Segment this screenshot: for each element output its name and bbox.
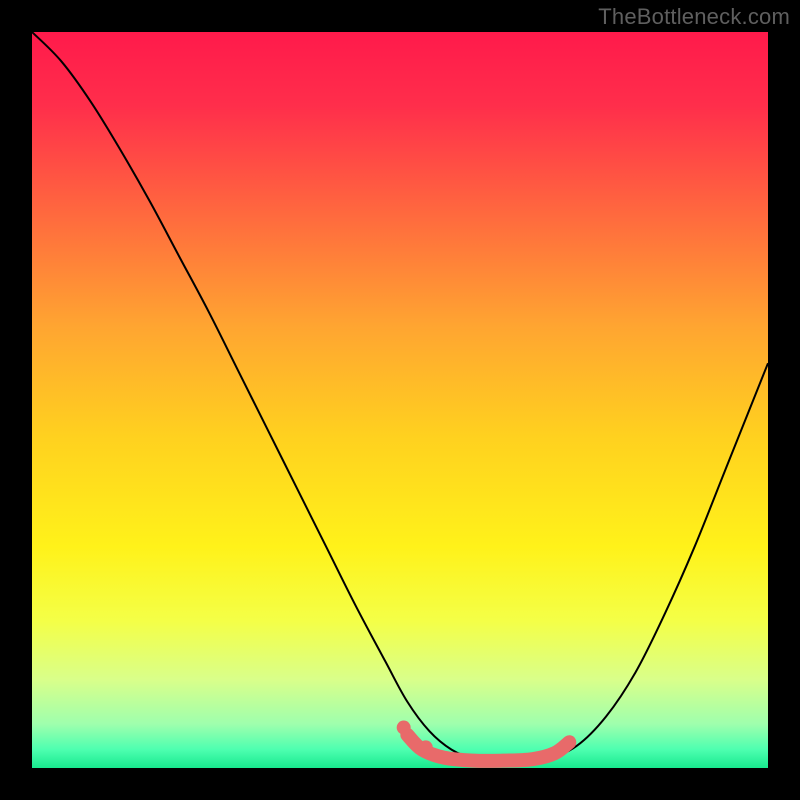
curve-layer: [32, 32, 768, 768]
attribution-text: TheBottleneck.com: [598, 4, 790, 30]
highlight-marker: [419, 740, 433, 754]
bottleneck-curve: [32, 32, 768, 761]
highlight-marker: [397, 721, 411, 735]
chart-frame: TheBottleneck.com: [0, 0, 800, 800]
plot-area: [32, 32, 768, 768]
